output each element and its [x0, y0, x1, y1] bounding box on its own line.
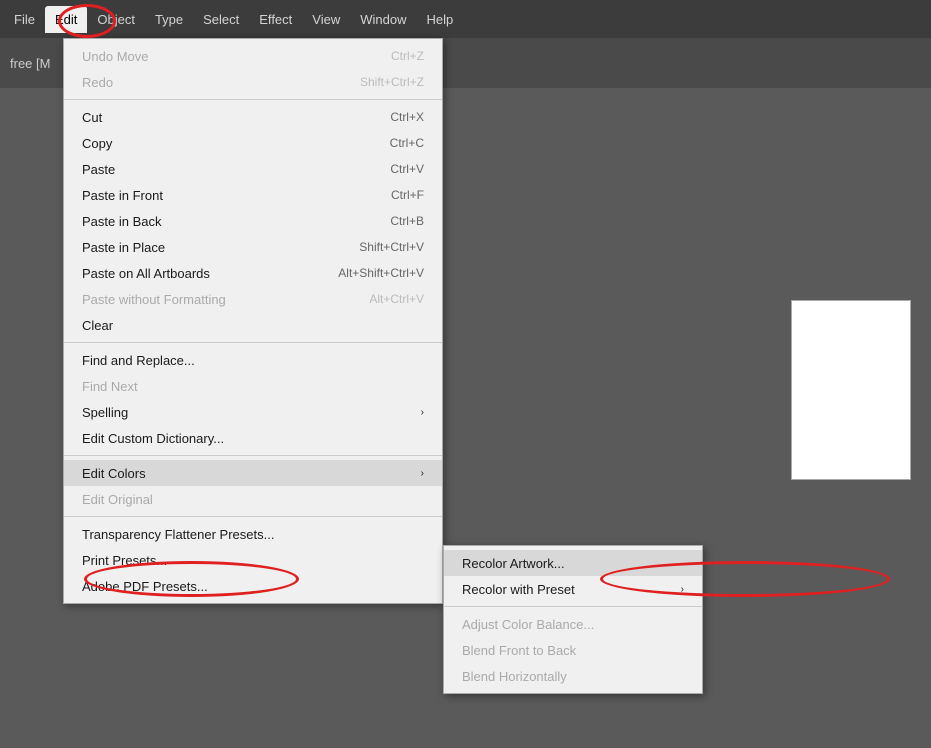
menu-item-redo[interactable]: Redo Shift+Ctrl+Z	[64, 69, 442, 95]
menu-item-print-presets[interactable]: Print Presets...	[64, 547, 442, 573]
menu-item-paste-front[interactable]: Paste in Front Ctrl+F	[64, 182, 442, 208]
menubar-object[interactable]: Object	[87, 6, 145, 33]
menubar-view[interactable]: View	[302, 6, 350, 33]
menu-item-spelling[interactable]: Spelling ›	[64, 399, 442, 425]
menu-item-find-next[interactable]: Find Next	[64, 373, 442, 399]
menu-item-edit-dict[interactable]: Edit Custom Dictionary...	[64, 425, 442, 451]
submenu-item-recolor-preset[interactable]: Recolor with Preset ›	[444, 576, 702, 602]
submenu-item-blend-horiz[interactable]: Blend Horizontally	[444, 663, 702, 689]
menu-item-clear[interactable]: Clear	[64, 312, 442, 338]
menubar-type[interactable]: Type	[145, 6, 193, 33]
menu-item-copy[interactable]: Copy Ctrl+C	[64, 130, 442, 156]
menubar-file[interactable]: File	[4, 6, 45, 33]
menu-item-find-replace[interactable]: Find and Replace...	[64, 347, 442, 373]
menubar: File Edit Object Type Select Effect View…	[0, 0, 931, 38]
separator-2	[64, 342, 442, 343]
menubar-select[interactable]: Select	[193, 6, 249, 33]
menu-item-paste-back[interactable]: Paste in Back Ctrl+B	[64, 208, 442, 234]
separator-3	[64, 455, 442, 456]
menu-item-paste-all[interactable]: Paste on All Artboards Alt+Shift+Ctrl+V	[64, 260, 442, 286]
menu-item-edit-original[interactable]: Edit Original	[64, 486, 442, 512]
submenu-item-recolor-artwork[interactable]: Recolor Artwork...	[444, 550, 702, 576]
submenu-separator-1	[444, 606, 702, 607]
separator-4	[64, 516, 442, 517]
menu-item-undo[interactable]: Undo Move Ctrl+Z	[64, 43, 442, 69]
menu-item-paste[interactable]: Paste Ctrl+V	[64, 156, 442, 182]
menu-item-paste-no-format[interactable]: Paste without Formatting Alt+Ctrl+V	[64, 286, 442, 312]
menubar-help[interactable]: Help	[416, 6, 463, 33]
edit-dropdown-menu: Undo Move Ctrl+Z Redo Shift+Ctrl+Z Cut C…	[63, 38, 443, 604]
titlebar-text: free [M	[10, 56, 50, 71]
menu-item-edit-colors[interactable]: Edit Colors ›	[64, 460, 442, 486]
submenu-item-blend-front[interactable]: Blend Front to Back	[444, 637, 702, 663]
separator-1	[64, 99, 442, 100]
menubar-effect[interactable]: Effect	[249, 6, 302, 33]
menu-item-transparency[interactable]: Transparency Flattener Presets...	[64, 521, 442, 547]
menubar-window[interactable]: Window	[350, 6, 416, 33]
menu-item-adobe-pdf[interactable]: Adobe PDF Presets...	[64, 573, 442, 599]
menubar-edit[interactable]: Edit	[45, 6, 87, 33]
menu-item-cut[interactable]: Cut Ctrl+X	[64, 104, 442, 130]
canvas-area	[791, 300, 911, 480]
edit-colors-submenu: Recolor Artwork... Recolor with Preset ›…	[443, 545, 703, 694]
menu-item-paste-place[interactable]: Paste in Place Shift+Ctrl+V	[64, 234, 442, 260]
submenu-item-adjust-color[interactable]: Adjust Color Balance...	[444, 611, 702, 637]
